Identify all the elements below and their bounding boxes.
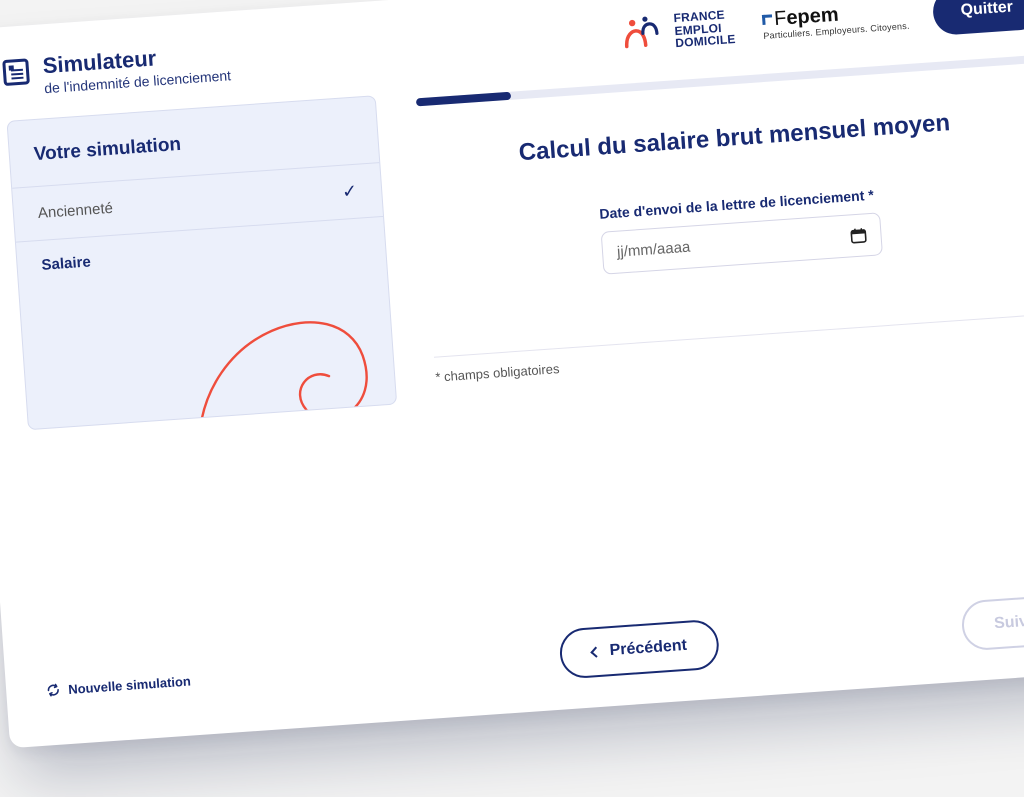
fed-line3: DOMICILE [675,33,736,50]
calculator-icon [2,59,30,87]
logo-fepem: Fepem Particuliers. Employeurs. Citoyens… [762,0,910,40]
next-button[interactable]: Suivant [961,593,1024,651]
previous-button[interactable]: Précédent [558,619,720,680]
people-icon [619,14,665,53]
sidebar: Votre simulation Ancienneté ✓ Salaire [6,95,397,430]
date-placeholder: jj/mm/aaaa [617,239,691,261]
new-simulation-link[interactable]: Nouvelle simulation [46,673,192,698]
next-label: Suivant [994,611,1024,633]
fepem-name: Fepem [773,4,839,28]
field-dismissal-letter-date: Date d'envoi de la lettre de licenciemen… [599,186,883,274]
previous-label: Précédent [609,637,687,660]
partner-logos: FRANCE EMPLOI DOMICILE Fepem Particulier… [619,0,910,54]
app-title-block: Simulateur de l'indemnité de licenciemen… [2,42,231,99]
date-input[interactable]: jj/mm/aaaa [601,212,883,274]
check-icon: ✓ [341,181,358,203]
quit-button[interactable]: Quitter [931,0,1024,36]
page-heading: Calcul du salaire brut mensuel moyen [419,102,1024,174]
corner-icon [762,14,773,25]
step-label: Salaire [41,253,91,273]
mandatory-note: * champs obligatoires [435,326,1024,385]
calendar-icon [850,227,867,244]
progress-bar-fill [416,92,511,107]
refresh-icon [46,683,61,698]
app-card: Simulateur de l'indemnité de licenciemen… [0,0,1024,748]
chevron-left-icon [590,647,601,658]
reset-label: Nouvelle simulation [68,673,192,697]
main-content: Calcul du salaire brut mensuel moyen Dat… [415,46,1024,402]
logo-france-emploi-domicile: FRANCE EMPLOI DOMICILE [619,8,736,54]
footer: Nouvelle simulation Précédent Suivant [3,566,1024,748]
simulation-steps-panel: Votre simulation Ancienneté ✓ Salaire [6,95,397,430]
step-label: Ancienneté [37,200,113,222]
